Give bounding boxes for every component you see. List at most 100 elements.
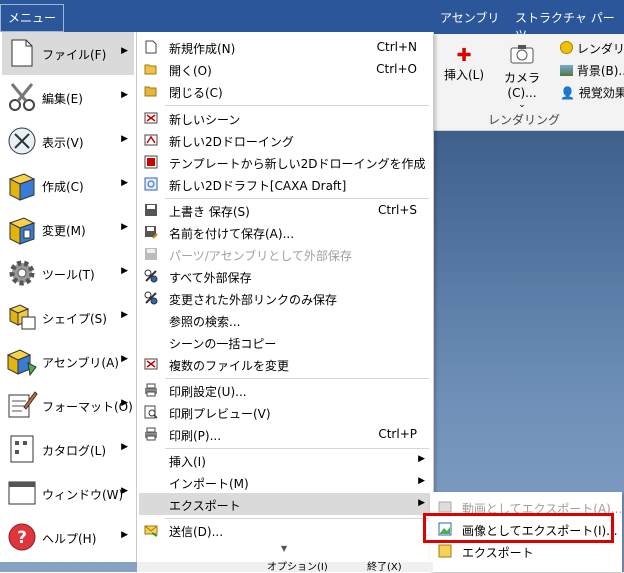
new-document-icon [145, 40, 157, 54]
highlight-box [423, 513, 614, 543]
send-mail-icon [144, 525, 158, 537]
menu-print[interactable]: 印刷(P)... Ctrl+P [139, 423, 431, 445]
menu-save-changed-links-label: 変更された外部リンクのみ保存 [169, 293, 338, 307]
export-icon [438, 544, 452, 558]
ribbon-tab-bar: アセンブリ ストラクチャ パーツ [0, 0, 624, 42]
options-button[interactable]: オプション(I) [267, 558, 328, 573]
menu-item-assembly[interactable]: アセンブリ(A) ▶ [2, 340, 134, 383]
menu-new-2d-drawing[interactable]: 新しい2Dドローイング [139, 129, 431, 151]
menu-save-label: 上書き 保存(S) [169, 205, 250, 219]
menu-print-preview[interactable]: 印刷プレビュー(V) [139, 401, 431, 423]
menu-new-2d-draft[interactable]: 新しい2Dドラフト[CAXA Draft] [139, 173, 431, 195]
menu-batch-copy-label: シーンの一括コピー [169, 337, 277, 351]
menu-item-label: 表示(V) [42, 136, 84, 150]
menu-new-2d-from-template[interactable]: テンプレートから新しい2Dドローイングを作成 [139, 151, 431, 173]
svg-text:?: ? [17, 528, 27, 548]
camera-button-label: カメラ(C)... [503, 71, 540, 100]
menu-save-as[interactable]: 名前を付けて保存(A)... [139, 221, 431, 243]
menu-item-view[interactable]: 表示(V) ▶ [2, 120, 134, 163]
change-multiple-icon [144, 358, 158, 370]
new-2d-drawing-icon [144, 134, 158, 146]
menu-open-shortcut: Ctrl+O [376, 62, 417, 76]
menu-item-window[interactable]: ウィンドウ(W) ▶ [2, 472, 134, 515]
window-icon [8, 481, 36, 505]
menu-print-label: 印刷(P)... [169, 429, 222, 443]
file-submenu: 新規作成(N) Ctrl+N 開く(O) Ctrl+O 閉じる(C) 新しいシー… [137, 32, 434, 562]
menu-new-label: 新規作成(N) [169, 42, 236, 56]
menu-open[interactable]: 開く(O) Ctrl+O [139, 58, 431, 80]
template-drawing-icon [144, 155, 158, 169]
menu-item-format[interactable]: フォーマット(O) ▶ [2, 384, 134, 427]
tab-assembly[interactable]: アセンブリ [440, 9, 499, 26]
chevron-right-icon: ▶ [121, 222, 128, 232]
chevron-right-icon: ▶ [121, 354, 128, 364]
printer-setup-icon [145, 383, 157, 397]
menu-item-label: ツール(T) [42, 268, 95, 282]
rendering-button[interactable]: レンダリン [560, 40, 624, 57]
folder-close-icon [144, 86, 157, 97]
menu-save-changed-links[interactable]: 変更された外部リンクのみ保存 [139, 287, 431, 309]
menu-item-tools[interactable]: ツール(T) ▶ [2, 252, 134, 295]
menu-item-help[interactable]: ? ヘルプ(H) ▶ [2, 516, 134, 559]
menu-export-generic[interactable]: エクスポート [430, 540, 622, 562]
chevron-right-icon: ▶ [121, 134, 128, 144]
modify-icon [8, 217, 36, 245]
scroll-down-icon[interactable]: ▼ [281, 544, 287, 553]
menu-import[interactable]: インポート(M) ▶ [139, 471, 431, 493]
menu-close[interactable]: 閉じる(C) [139, 80, 431, 102]
menu-new-2d-drawing-label: 新しい2Dドローイング [169, 135, 294, 149]
menu-item-label: 作成(C) [42, 180, 84, 194]
background-button[interactable]: 背景(B)... [560, 62, 624, 79]
menu-item-file[interactable]: ファイル(F) ▶ [2, 32, 134, 75]
save-as-icon [145, 226, 158, 239]
menu-export[interactable]: エクスポート ▶ [139, 493, 431, 515]
visual-effect-button[interactable]: 👤 視覚効果 [560, 84, 624, 101]
gear-icon [9, 260, 35, 286]
menu-item-modify[interactable]: 変更(M) ▶ [2, 208, 134, 251]
menu-save-all-external[interactable]: すべて外部保存 [139, 265, 431, 287]
insert-button-label: 挿入(L) [443, 68, 485, 82]
menu-item-label: シェイプ(S) [42, 312, 107, 326]
menu-item-label: 変更(M) [42, 224, 86, 238]
menu-new-shortcut: Ctrl+N [376, 40, 417, 54]
menu-insert[interactable]: 挿入(I) ▶ [139, 449, 431, 471]
menu-new[interactable]: 新規作成(N) Ctrl+N [139, 36, 431, 58]
chevron-right-icon: ▶ [418, 476, 425, 486]
camera-button[interactable]: カメラ(C)... ⌄ [492, 42, 552, 110]
menu-new-scene[interactable]: 新しいシーン [139, 107, 431, 129]
format-icon [8, 391, 38, 418]
view-icon [8, 127, 36, 155]
create-icon [8, 173, 36, 201]
exit-button[interactable]: 終了(X) [367, 558, 402, 573]
main-menu-list: ファイル(F) ▶ 編集(E) ▶ 表示(V) ▶ 作成(C) ▶ 変更(M) … [0, 32, 137, 562]
catalog-icon [10, 435, 34, 463]
menu-batch-copy[interactable]: シーンの一括コピー [139, 331, 431, 353]
menu-find-references[interactable]: 参照の検索... [139, 309, 431, 331]
menu-item-create[interactable]: 作成(C) ▶ [2, 164, 134, 207]
file-icon [11, 39, 33, 67]
scissors-icon [9, 83, 35, 111]
chevron-right-icon: ▶ [121, 486, 128, 496]
menu-send[interactable]: 送信(D)... [139, 519, 431, 541]
insert-button[interactable]: ✚ 挿入(L) [440, 46, 488, 83]
menu-print-setup[interactable]: 印刷設定(U)... [139, 379, 431, 401]
assembly-icon [6, 349, 37, 377]
menu-item-edit[interactable]: 編集(E) ▶ [2, 76, 134, 119]
menu-item-label: ヘルプ(H) [42, 532, 97, 546]
menu-save-parts-external[interactable]: パーツ/アセンブリとして外部保存 [139, 243, 431, 265]
menu-close-label: 閉じる(C) [169, 86, 223, 100]
rendering-icon [560, 41, 573, 54]
menu-item-shape[interactable]: シェイプ(S) ▶ [2, 296, 134, 339]
shape-icon [8, 304, 36, 330]
caxa-draft-icon [144, 177, 158, 191]
printer-icon [145, 427, 157, 441]
menu-print-setup-label: 印刷設定(U)... [169, 385, 247, 399]
menu-save-as-label: 名前を付けて保存(A)... [169, 227, 295, 241]
menu-new-scene-label: 新しいシーン [169, 113, 241, 127]
menu-change-multiple[interactable]: 複数のファイルを変更 [139, 353, 431, 375]
menu-save[interactable]: 上書き 保存(S) Ctrl+S [139, 199, 431, 221]
menu-tab[interactable]: メニュー [0, 4, 64, 32]
chevron-right-icon: ▶ [121, 90, 128, 100]
menu-import-label: インポート(M) [169, 477, 249, 491]
menu-item-catalog[interactable]: カタログ(L) ▶ [2, 428, 134, 471]
